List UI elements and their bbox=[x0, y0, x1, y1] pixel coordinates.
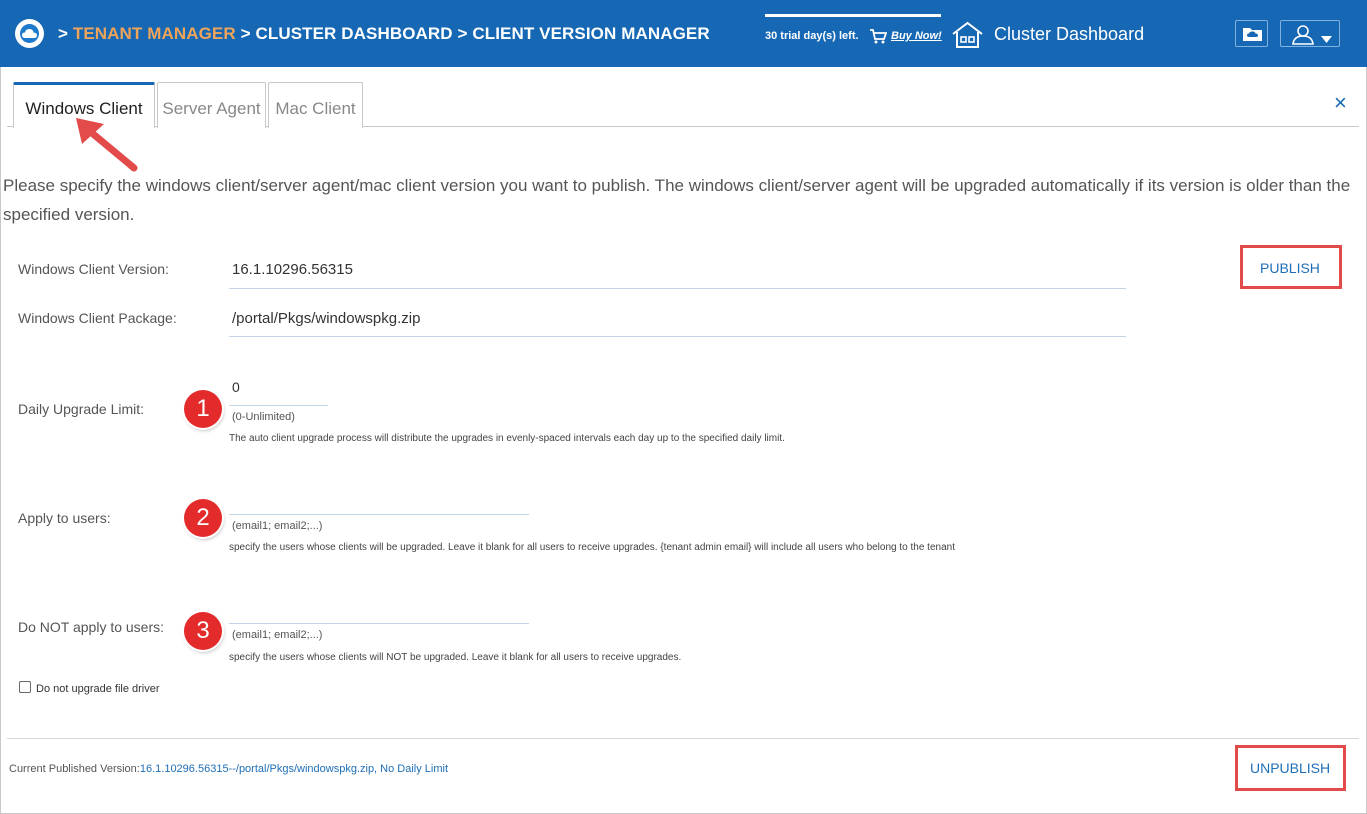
trial-days-text: 30 trial day(s) left. bbox=[765, 30, 859, 42]
trial-progress-bar bbox=[765, 14, 941, 17]
breadcrumb: > TENANT MANAGER > CLUSTER DASHBOARD > C… bbox=[58, 24, 710, 44]
unpublish-button[interactable]: UNPUBLISH bbox=[1250, 760, 1330, 776]
breadcrumb-tenant-manager[interactable]: TENANT MANAGER bbox=[73, 24, 236, 43]
house-icon[interactable] bbox=[951, 21, 984, 54]
daily-limit-hint: (0-Unlimited) bbox=[232, 411, 295, 423]
daily-limit-help: The auto client upgrade process will dis… bbox=[229, 433, 785, 444]
daily-limit-underline bbox=[229, 405, 328, 406]
folder-button[interactable] bbox=[1235, 20, 1268, 47]
no-upgrade-driver-checkbox[interactable] bbox=[19, 681, 31, 693]
tab-server-agent[interactable]: Server Agent bbox=[157, 82, 266, 128]
apply-users-label: Apply to users: bbox=[18, 510, 111, 526]
exclude-users-underline bbox=[229, 623, 529, 624]
current-version-label: Current Published Version: bbox=[9, 763, 140, 775]
cart-icon[interactable] bbox=[870, 29, 888, 49]
daily-limit-input[interactable]: 0 bbox=[232, 379, 240, 395]
annotation-arrow-icon bbox=[72, 116, 142, 179]
tab-mac-client[interactable]: Mac Client bbox=[268, 82, 363, 128]
cluster-dashboard-link[interactable]: Cluster Dashboard bbox=[994, 24, 1144, 45]
breadcrumb-separator: > bbox=[58, 24, 69, 43]
current-published-version: Current Published Version:16.1.10296.563… bbox=[9, 763, 448, 775]
apply-users-help: specify the users whose clients will be … bbox=[229, 542, 955, 553]
apply-users-underline bbox=[229, 514, 529, 515]
user-icon bbox=[1292, 24, 1314, 50]
breadcrumb-separator: > bbox=[457, 24, 468, 43]
version-input[interactable]: 16.1.10296.56315 bbox=[232, 261, 353, 278]
version-underline bbox=[229, 288, 1126, 289]
package-underline bbox=[229, 336, 1126, 337]
daily-limit-label: Daily Upgrade Limit: bbox=[18, 401, 145, 417]
breadcrumb-separator: > bbox=[240, 24, 251, 43]
folder-icon bbox=[1243, 26, 1262, 46]
footer-divider bbox=[7, 738, 1359, 739]
breadcrumb-client-version-manager: CLIENT VERSION MANAGER bbox=[472, 24, 710, 43]
annotation-badge-2: 2 bbox=[184, 499, 222, 537]
cloud-logo-icon[interactable] bbox=[15, 19, 44, 48]
top-bar: > TENANT MANAGER > CLUSTER DASHBOARD > C… bbox=[0, 0, 1367, 67]
breadcrumb-cluster-dashboard[interactable]: CLUSTER DASHBOARD bbox=[255, 24, 452, 43]
buy-now-link[interactable]: Buy Now! bbox=[891, 30, 942, 42]
annotation-badge-3: 3 bbox=[184, 612, 222, 650]
annotation-badge-1: 1 bbox=[184, 390, 222, 428]
no-upgrade-driver-label[interactable]: Do not upgrade file driver bbox=[36, 683, 160, 695]
exclude-users-label: Do NOT apply to users: bbox=[18, 619, 165, 635]
exclude-users-hint: (email1; email2;...) bbox=[232, 629, 323, 641]
current-version-value: 16.1.10296.56315--/portal/Pkgs/windowspk… bbox=[139, 763, 449, 775]
description-text: Please specify the windows client/server… bbox=[3, 176, 1351, 224]
version-label: Windows Client Version: bbox=[18, 261, 169, 277]
package-label: Windows Client Package: bbox=[18, 310, 177, 326]
chevron-down-icon bbox=[1321, 30, 1332, 48]
publish-button[interactable]: PUBLISH bbox=[1260, 260, 1320, 276]
apply-users-hint: (email1; email2;...) bbox=[232, 520, 323, 532]
package-input[interactable]: /portal/Pkgs/windowspkg.zip bbox=[232, 310, 420, 327]
close-icon[interactable]: × bbox=[1334, 90, 1347, 116]
user-menu-button[interactable] bbox=[1280, 20, 1340, 47]
exclude-users-help: specify the users whose clients will NOT… bbox=[229, 652, 682, 663]
